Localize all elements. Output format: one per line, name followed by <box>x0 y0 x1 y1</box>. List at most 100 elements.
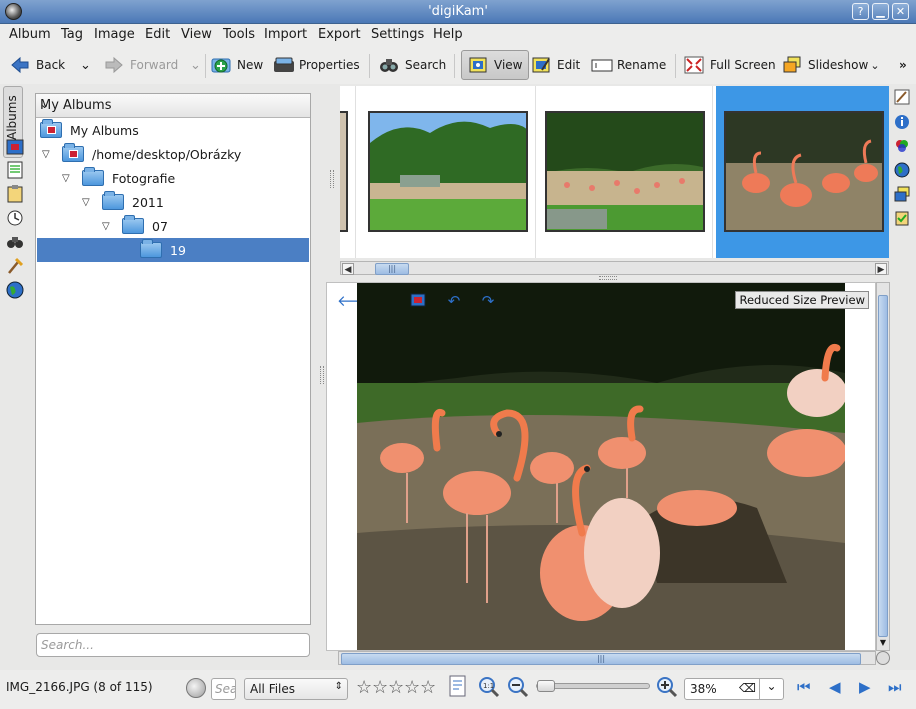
splitter-handle[interactable] <box>320 366 324 384</box>
tree-node-07[interactable]: ▽ 07 <box>102 214 168 238</box>
menu-tools[interactable]: Tools <box>223 27 255 42</box>
edit-caption-icon[interactable] <box>894 89 910 105</box>
scroll-down-icon[interactable]: ▼ <box>878 638 888 648</box>
metadata-icon[interactable] <box>894 114 910 130</box>
next-image-icon[interactable]: ▶ <box>859 678 871 696</box>
timeline-icon[interactable] <box>6 209 24 227</box>
status-search-input[interactable]: Sea <box>211 678 236 700</box>
thumbnail-scrollbar[interactable]: ◀ ||| ▶ <box>340 261 889 275</box>
zoom-actual-icon[interactable]: 1:1 <box>478 676 500 698</box>
globe-icon[interactable] <box>6 281 24 299</box>
pan-navigator-icon[interactable] <box>876 651 890 665</box>
fuzzy-search-icon[interactable] <box>6 257 24 275</box>
zoom-slider-handle[interactable] <box>537 680 555 692</box>
forward-button[interactable]: Forward <box>104 51 178 79</box>
menu-image[interactable]: Image <box>94 27 135 42</box>
search-button[interactable]: Search <box>379 51 446 79</box>
preview-horizontal-scrollbar[interactable]: ||| <box>338 651 876 665</box>
album-view-select[interactable]: My Albums ⌄ <box>36 94 310 118</box>
menu-tag[interactable]: Tag <box>61 27 83 42</box>
expand-arrow-icon[interactable]: ▽ <box>42 149 54 160</box>
tree-node-collection[interactable]: ▽ /home/desktop/Obrázky <box>42 142 241 166</box>
scrollbar-handle[interactable]: ||| <box>341 653 861 665</box>
thumbnail-item-selected[interactable] <box>716 86 889 258</box>
minimize-button[interactable]: ▁ <box>872 3 889 20</box>
image-preview-pane: 🡐 🡒 <box>326 282 876 651</box>
rating-star-icon[interactable]: ☆ <box>372 677 388 698</box>
zoom-in-icon[interactable] <box>656 676 678 698</box>
binoculars-icon <box>379 55 399 75</box>
menu-settings[interactable]: Settings <box>371 27 424 42</box>
colors-icon[interactable] <box>894 138 910 154</box>
rename-button[interactable]: Rename <box>591 51 666 79</box>
forward-history-dropdown[interactable]: ⌄ <box>190 51 201 79</box>
back-history-dropdown[interactable]: ⌄ <box>80 51 91 79</box>
last-image-icon[interactable]: ⏭ <box>888 678 902 696</box>
previous-image-icon[interactable]: ◀ <box>829 678 841 696</box>
scrollbar-handle[interactable] <box>878 295 888 637</box>
tree-node-fotografie[interactable]: ▽ Fotografie <box>62 166 175 190</box>
thumbnail-item[interactable] <box>360 86 536 258</box>
tree-node-19[interactable]: 19 <box>140 238 186 262</box>
scrollbar-handle[interactable]: ||| <box>375 263 409 275</box>
toolbar-overflow-button[interactable]: » <box>899 51 907 79</box>
menu-import[interactable]: Import <box>264 27 307 42</box>
menu-album[interactable]: Album <box>9 27 51 42</box>
previous-image-icon[interactable]: 🡐 <box>337 293 377 309</box>
zoom-slider[interactable] <box>536 680 650 692</box>
file-filter-select[interactable]: All Files ⇕ <box>244 678 348 700</box>
rating-star-icon[interactable]: ☆ <box>388 677 404 698</box>
zoom-fit-icon[interactable] <box>409 293 427 309</box>
tree-node-root[interactable]: My Albums <box>40 118 139 142</box>
expand-arrow-icon[interactable]: ▽ <box>62 173 74 184</box>
geolocation-icon[interactable] <box>894 162 910 178</box>
preview-vertical-scrollbar[interactable]: ▼ <box>876 282 890 651</box>
splitter-handle[interactable] <box>330 170 334 188</box>
tree-node-2011[interactable]: ▽ 2011 <box>82 190 164 214</box>
clipboard-icon[interactable] <box>6 185 24 203</box>
slideshow-button[interactable]: Slideshow ⌄ <box>782 51 880 79</box>
clear-icon[interactable]: ⌫ <box>739 681 756 695</box>
menu-view[interactable]: View <box>181 27 212 42</box>
new-album-button[interactable]: New <box>211 51 263 79</box>
menu-export[interactable]: Export <box>318 27 361 42</box>
first-image-icon[interactable]: ⏮ <box>797 678 811 696</box>
album-search-input[interactable]: Search... <box>36 633 310 657</box>
tools-icon[interactable] <box>894 210 910 226</box>
expand-arrow-icon[interactable]: ▽ <box>82 197 94 208</box>
back-button[interactable]: Back <box>10 51 65 79</box>
menu-edit[interactable]: Edit <box>145 27 170 42</box>
expand-arrow-icon[interactable]: ▽ <box>102 221 114 232</box>
color-label-icon[interactable] <box>186 678 206 698</box>
edit-button[interactable]: Edit <box>531 51 580 79</box>
binoculars-icon[interactable] <box>6 233 24 251</box>
thumbnail-item[interactable] <box>340 86 356 258</box>
close-button[interactable]: ✕ <box>892 3 909 20</box>
help-window-button[interactable]: ? <box>852 3 869 20</box>
splitter-handle[interactable] <box>599 276 617 280</box>
scroll-right-icon[interactable]: ▶ <box>875 263 887 275</box>
view-button[interactable]: View <box>461 50 530 80</box>
fullscreen-button[interactable]: Full Screen <box>684 51 776 79</box>
overflow-label: » <box>899 58 907 72</box>
calendar-icon[interactable] <box>6 161 24 179</box>
rating-star-icon[interactable]: ☆ <box>356 677 372 698</box>
rotate-left-icon[interactable]: ↶ <box>445 293 463 309</box>
zoom-out-icon[interactable] <box>507 676 529 698</box>
thumbnail-image <box>724 111 884 232</box>
properties-button[interactable]: Properties <box>273 51 360 79</box>
rating-star-icon[interactable]: ☆ <box>420 677 436 698</box>
rotate-right-icon[interactable]: ↷ <box>479 293 497 309</box>
tree-node-label: 19 <box>170 242 186 258</box>
menu-help[interactable]: Help <box>433 27 463 42</box>
text-filter-icon[interactable] <box>448 675 468 699</box>
tags-icon[interactable] <box>6 138 24 156</box>
thumbnail-item[interactable] <box>537 86 713 258</box>
chevron-down-icon[interactable]: ⌄ <box>759 679 783 699</box>
scroll-left-icon[interactable]: ◀ <box>342 263 354 275</box>
zoom-combo[interactable]: 38% ⌫ ⌄ <box>684 678 784 700</box>
chevron-down-icon: ⌄ <box>40 98 50 111</box>
versions-icon[interactable] <box>894 186 910 202</box>
rating-star-icon[interactable]: ☆ <box>404 677 420 698</box>
edit-label: Edit <box>557 58 581 72</box>
